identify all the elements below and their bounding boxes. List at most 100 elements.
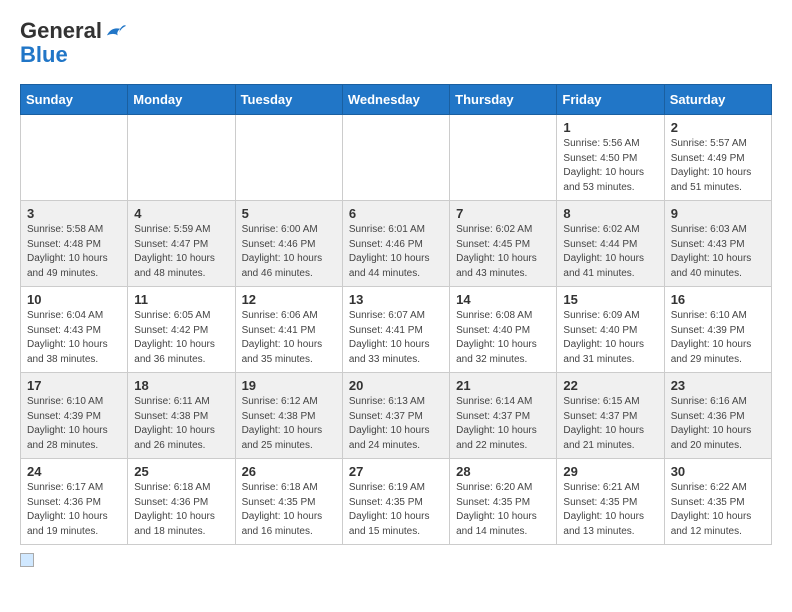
- daylight-legend-box: [20, 553, 34, 567]
- day-number: 17: [27, 378, 121, 393]
- header-row: SundayMondayTuesdayWednesdayThursdayFrid…: [21, 85, 772, 115]
- day-info: Sunrise: 6:03 AM Sunset: 4:43 PM Dayligh…: [671, 223, 765, 281]
- day-number: 5: [242, 206, 336, 221]
- day-info: Sunrise: 6:22 AM Sunset: 4:35 PM Dayligh…: [671, 481, 765, 539]
- calendar-cell: 6 Sunrise: 6:01 AM Sunset: 4:46 PM Daylig…: [342, 201, 449, 287]
- day-number: 26: [242, 464, 336, 479]
- calendar-cell: 13 Sunrise: 6:07 AM Sunset: 4:41 PM Dayli…: [342, 287, 449, 373]
- col-header-thursday: Thursday: [450, 85, 557, 115]
- day-info: Sunrise: 6:17 AM Sunset: 4:36 PM Dayligh…: [27, 481, 121, 539]
- day-info: Sunrise: 6:15 AM Sunset: 4:37 PM Dayligh…: [563, 395, 657, 453]
- day-number: 3: [27, 206, 121, 221]
- day-number: 13: [349, 292, 443, 307]
- col-header-sunday: Sunday: [21, 85, 128, 115]
- day-number: 19: [242, 378, 336, 393]
- day-info: Sunrise: 6:09 AM Sunset: 4:40 PM Dayligh…: [563, 309, 657, 367]
- calendar-cell: 19 Sunrise: 6:12 AM Sunset: 4:38 PM Dayli…: [235, 373, 342, 459]
- day-info: Sunrise: 6:18 AM Sunset: 4:36 PM Dayligh…: [134, 481, 228, 539]
- day-info: Sunrise: 6:10 AM Sunset: 4:39 PM Dayligh…: [671, 309, 765, 367]
- calendar-cell: 4 Sunrise: 5:59 AM Sunset: 4:47 PM Daylig…: [128, 201, 235, 287]
- calendar-header: SundayMondayTuesdayWednesdayThursdayFrid…: [21, 85, 772, 115]
- day-number: 10: [27, 292, 121, 307]
- day-number: 27: [349, 464, 443, 479]
- calendar-cell: 16Sunrise: 6:10 AM Sunset: 4:39 PM Dayli…: [664, 287, 771, 373]
- day-info: Sunrise: 6:10 AM Sunset: 4:39 PM Dayligh…: [27, 395, 121, 453]
- calendar-cell: 20 Sunrise: 6:13 AM Sunset: 4:37 PM Dayli…: [342, 373, 449, 459]
- calendar-cell: 27 Sunrise: 6:19 AM Sunset: 4:35 PM Dayli…: [342, 459, 449, 545]
- day-info: Sunrise: 6:20 AM Sunset: 4:35 PM Dayligh…: [456, 481, 550, 539]
- day-info: Sunrise: 6:00 AM Sunset: 4:46 PM Dayligh…: [242, 223, 336, 281]
- day-number: 20: [349, 378, 443, 393]
- footer: [20, 553, 772, 567]
- day-info: Sunrise: 5:59 AM Sunset: 4:47 PM Dayligh…: [134, 223, 228, 281]
- calendar-week-0: 1Sunrise: 5:56 AM Sunset: 4:50 PM Daylig…: [21, 115, 772, 201]
- col-header-tuesday: Tuesday: [235, 85, 342, 115]
- day-number: 25: [134, 464, 228, 479]
- calendar-cell: 1Sunrise: 5:56 AM Sunset: 4:50 PM Daylig…: [557, 115, 664, 201]
- calendar-cell: 29Sunrise: 6:21 AM Sunset: 4:35 PM Dayli…: [557, 459, 664, 545]
- calendar-cell: 24 Sunrise: 6:17 AM Sunset: 4:36 PM Dayli…: [21, 459, 128, 545]
- calendar-cell: 2 Sunrise: 5:57 AM Sunset: 4:49 PM Daylig…: [664, 115, 771, 201]
- calendar-cell: 22 Sunrise: 6:15 AM Sunset: 4:37 PM Dayli…: [557, 373, 664, 459]
- calendar-cell: 11 Sunrise: 6:05 AM Sunset: 4:42 PM Dayli…: [128, 287, 235, 373]
- calendar-cell: 26 Sunrise: 6:18 AM Sunset: 4:35 PM Dayli…: [235, 459, 342, 545]
- day-info: Sunrise: 6:07 AM Sunset: 4:41 PM Dayligh…: [349, 309, 443, 367]
- day-number: 11: [134, 292, 228, 307]
- day-info: Sunrise: 5:58 AM Sunset: 4:48 PM Dayligh…: [27, 223, 121, 281]
- day-info: Sunrise: 5:57 AM Sunset: 4:49 PM Dayligh…: [671, 137, 765, 195]
- calendar-week-1: 3 Sunrise: 5:58 AM Sunset: 4:48 PM Daylig…: [21, 201, 772, 287]
- day-number: 12: [242, 292, 336, 307]
- day-number: 14: [456, 292, 550, 307]
- day-number: 28: [456, 464, 550, 479]
- page: General Blue SundayMondayTuesdayWednesda…: [0, 0, 792, 577]
- calendar-cell: 7 Sunrise: 6:02 AM Sunset: 4:45 PM Daylig…: [450, 201, 557, 287]
- calendar-cell: [450, 115, 557, 201]
- calendar-cell: 15 Sunrise: 6:09 AM Sunset: 4:40 PM Dayli…: [557, 287, 664, 373]
- day-number: 24: [27, 464, 121, 479]
- calendar-cell: 8Sunrise: 6:02 AM Sunset: 4:44 PM Daylig…: [557, 201, 664, 287]
- day-number: 2: [671, 120, 765, 135]
- day-info: Sunrise: 6:16 AM Sunset: 4:36 PM Dayligh…: [671, 395, 765, 453]
- day-number: 4: [134, 206, 228, 221]
- day-number: 1: [563, 120, 657, 135]
- calendar-cell: 25 Sunrise: 6:18 AM Sunset: 4:36 PM Dayli…: [128, 459, 235, 545]
- day-info: Sunrise: 6:21 AM Sunset: 4:35 PM Dayligh…: [563, 481, 657, 539]
- calendar-week-4: 24 Sunrise: 6:17 AM Sunset: 4:36 PM Dayli…: [21, 459, 772, 545]
- calendar-cell: 30 Sunrise: 6:22 AM Sunset: 4:35 PM Dayli…: [664, 459, 771, 545]
- calendar-week-3: 17 Sunrise: 6:10 AM Sunset: 4:39 PM Dayli…: [21, 373, 772, 459]
- day-number: 30: [671, 464, 765, 479]
- logo: General Blue: [20, 20, 126, 68]
- calendar-cell: [21, 115, 128, 201]
- col-header-monday: Monday: [128, 85, 235, 115]
- header: General Blue: [20, 20, 772, 68]
- day-info: Sunrise: 6:05 AM Sunset: 4:42 PM Dayligh…: [134, 309, 228, 367]
- day-number: 22: [563, 378, 657, 393]
- day-number: 23: [671, 378, 765, 393]
- day-info: Sunrise: 6:18 AM Sunset: 4:35 PM Dayligh…: [242, 481, 336, 539]
- calendar-cell: 23 Sunrise: 6:16 AM Sunset: 4:36 PM Dayli…: [664, 373, 771, 459]
- day-info: Sunrise: 6:12 AM Sunset: 4:38 PM Dayligh…: [242, 395, 336, 453]
- logo-bird-icon: [104, 20, 126, 42]
- day-info: Sunrise: 6:19 AM Sunset: 4:35 PM Dayligh…: [349, 481, 443, 539]
- day-number: 8: [563, 206, 657, 221]
- day-info: Sunrise: 6:01 AM Sunset: 4:46 PM Dayligh…: [349, 223, 443, 281]
- day-number: 7: [456, 206, 550, 221]
- calendar-cell: 17 Sunrise: 6:10 AM Sunset: 4:39 PM Dayli…: [21, 373, 128, 459]
- day-info: Sunrise: 6:02 AM Sunset: 4:45 PM Dayligh…: [456, 223, 550, 281]
- calendar-cell: 28 Sunrise: 6:20 AM Sunset: 4:35 PM Dayli…: [450, 459, 557, 545]
- day-number: 6: [349, 206, 443, 221]
- calendar-cell: 3 Sunrise: 5:58 AM Sunset: 4:48 PM Daylig…: [21, 201, 128, 287]
- calendar-body: 1Sunrise: 5:56 AM Sunset: 4:50 PM Daylig…: [21, 115, 772, 545]
- calendar-cell: [128, 115, 235, 201]
- day-info: Sunrise: 6:04 AM Sunset: 4:43 PM Dayligh…: [27, 309, 121, 367]
- calendar-cell: 21Sunrise: 6:14 AM Sunset: 4:37 PM Dayli…: [450, 373, 557, 459]
- day-info: Sunrise: 6:06 AM Sunset: 4:41 PM Dayligh…: [242, 309, 336, 367]
- day-number: 21: [456, 378, 550, 393]
- calendar-cell: 12 Sunrise: 6:06 AM Sunset: 4:41 PM Dayli…: [235, 287, 342, 373]
- day-number: 15: [563, 292, 657, 307]
- day-number: 18: [134, 378, 228, 393]
- calendar-cell: [235, 115, 342, 201]
- day-number: 9: [671, 206, 765, 221]
- calendar-week-2: 10 Sunrise: 6:04 AM Sunset: 4:43 PM Dayli…: [21, 287, 772, 373]
- day-info: Sunrise: 6:13 AM Sunset: 4:37 PM Dayligh…: [349, 395, 443, 453]
